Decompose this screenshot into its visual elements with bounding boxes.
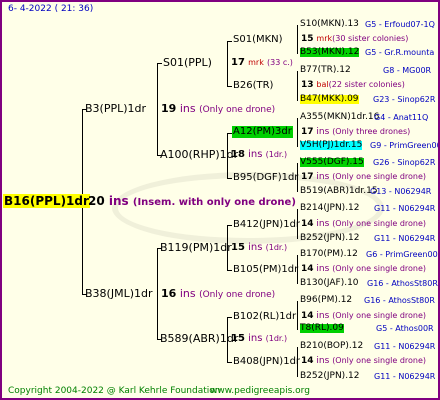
connector-line	[227, 270, 232, 271]
website-link[interactable]: www.pedigreeapis.org	[210, 387, 310, 396]
g3-queen-name: B408(JPN)1dr	[233, 356, 301, 367]
g4-queen-name: T8(RL).09	[300, 323, 344, 333]
g4-queen-name: A355(MKN)1dr.16	[300, 112, 380, 122]
g4-queen-name: B47(MKK).09	[300, 94, 359, 104]
g4-line-code: G23 - Sinop62R	[373, 95, 436, 104]
connector-line	[297, 25, 298, 54]
g4-line-code: G11 - N06294R	[374, 204, 436, 213]
g3-queen-name: A12(PM)3dr	[232, 126, 293, 138]
g4-line-code: G16 - AthosSt80R	[364, 296, 435, 305]
g1-queen-name: B3(PPL)1dr	[85, 102, 147, 115]
g2-queen-name: B589(ABR)1dr	[160, 332, 239, 345]
g3-queen-name: B95(DGF)1dr	[233, 172, 299, 183]
connector-line	[227, 317, 232, 318]
g4-line-code: G5 - Erfoud07-1Q	[365, 20, 435, 29]
g4-queen-name: B519(ABR)1dr.15	[300, 186, 378, 196]
g4-queen-name: B210(BOP).12	[300, 341, 364, 351]
pedigree-frame: 6- 4-2022 ( 21: 36) Copyright 2004-2022 …	[0, 0, 440, 400]
g4-line-code: G5 - Athos00R	[376, 324, 434, 333]
connector-line	[297, 301, 298, 330]
g4-line-code: G4 - Anat11Q	[374, 113, 429, 122]
g4-line-code: G13 - N06294R	[370, 187, 432, 196]
g4-queen-name: B96(PM).12	[300, 295, 353, 305]
g3-insemination: 14 ins (Only one single drone)	[301, 219, 427, 229]
print-date: 6- 4-2022 ( 21: 36)	[8, 4, 94, 14]
connector-line	[157, 63, 162, 64]
g1-insemination: 19 ins (Only one drone)	[161, 102, 276, 115]
g3-insemination: 14 ins (Only one single drone)	[301, 311, 427, 321]
connector-line	[157, 248, 158, 340]
g1-queen-name: B38(JML)1dr	[85, 287, 153, 300]
g3-insemination: 14 ins (Only one single drone)	[301, 356, 427, 366]
connector-line	[227, 41, 228, 87]
g4-queen-name: B170(PM).12	[300, 249, 358, 259]
g4-line-code: G26 - Sinop62R	[373, 158, 436, 167]
connector-line	[227, 225, 232, 226]
g3-queen-name: B412(JPN)1dr	[233, 219, 301, 230]
g4-line-code: G9 - PrimGreen00	[370, 141, 440, 150]
g4-queen-name: B252(JPN).12	[300, 371, 360, 381]
g4-line-code: G6 - PrimGreen00	[366, 250, 438, 259]
g3-queen-name: B26(TR)	[233, 80, 274, 91]
connector-line	[227, 86, 232, 87]
root-insemination: 20 ins (Insem. with only one drone)	[88, 194, 296, 208]
g3-insemination: 14 ins (Only one single drone)	[301, 264, 427, 274]
g4-queen-name: B252(JPN).12	[300, 233, 360, 243]
g3-queen-name: B102(RL)1dr	[233, 311, 297, 322]
g3-insemination: 15 mrk(30 sister colonies)	[301, 34, 409, 44]
g4-line-code: G16 - AthosSt80R	[367, 279, 438, 288]
g4-line-code: G11 - N06294R	[374, 372, 436, 381]
g4-queen-name: B77(TR).12	[300, 65, 351, 75]
g4-line-code: G11 - N06294R	[374, 342, 436, 351]
g2-queen-name: S01(PPL)	[163, 56, 212, 69]
g2-insemination: 15 ins (1dr.)	[231, 333, 288, 344]
connector-line	[227, 41, 232, 42]
g3-queen-name: B105(PM)1dr	[233, 264, 299, 275]
g2-queen-name: A100(RHP)1dr	[160, 148, 239, 161]
g4-line-code: G8 - MG00R	[383, 66, 432, 75]
g4-queen-name: V555(DGF).15	[300, 157, 364, 167]
connector-line	[227, 178, 232, 179]
g4-queen-name: V5H(PJ)1dr.15	[300, 140, 363, 150]
root-queen-name: B16(PPL)1dr	[3, 194, 90, 208]
connector-line	[227, 362, 232, 363]
g1-insemination: 16 ins (Only one drone)	[161, 287, 276, 300]
g4-line-code: G11 - N06294R	[374, 234, 436, 243]
g3-queen-name: S01(MKN)	[233, 34, 283, 45]
g4-queen-name: B53(MKN).12	[300, 47, 360, 57]
connector-line	[297, 71, 298, 101]
g3-insemination: 17 ins (Only three drones)	[301, 127, 411, 137]
g4-line-code: G5 - Gr.R.mounta	[365, 48, 435, 57]
g3-insemination: 13 bal(22 sister colonies)	[301, 80, 405, 90]
g3-insemination: 17 ins (Only one single drone)	[301, 172, 427, 182]
connector-line	[297, 118, 298, 147]
g2-insemination: 15 ins (1dr.)	[231, 242, 288, 253]
g4-queen-name: B214(JPN).12	[300, 203, 360, 213]
g4-queen-name: S10(MKN).13	[300, 19, 359, 29]
g2-insemination: 17 mrk (33 c.)	[231, 57, 293, 68]
g2-insemination: 18 ins (1dr.)	[231, 149, 288, 160]
g2-queen-name: B119(PM)1dr	[160, 241, 232, 254]
g4-queen-name: B130(JAF).10	[300, 278, 359, 288]
copyright-text: Copyright 2004-2022 @ Karl Kehrle Founda…	[8, 386, 221, 396]
connector-line	[157, 63, 158, 156]
